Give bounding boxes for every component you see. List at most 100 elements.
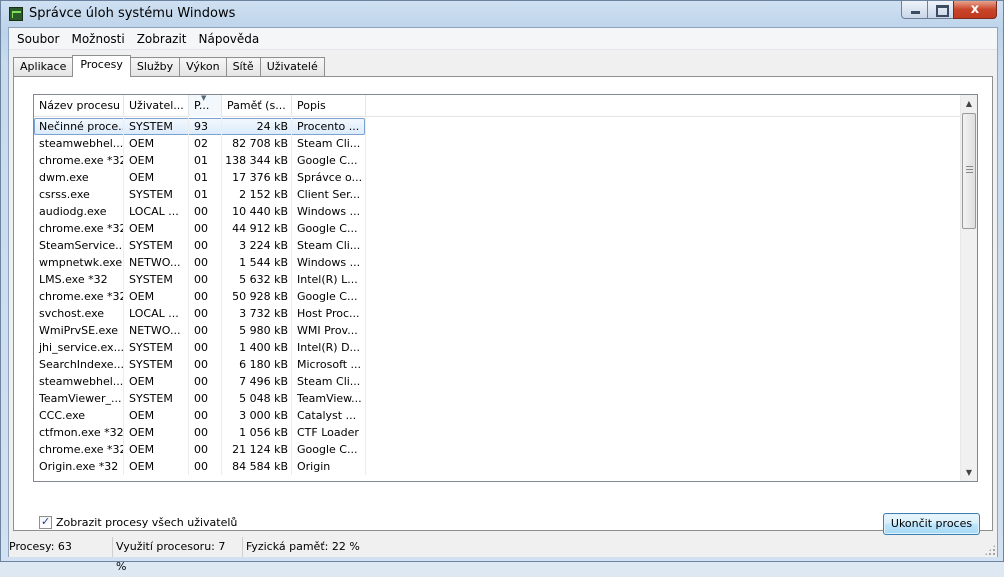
cell-cpu: 01 [189,169,222,186]
title-bar[interactable]: Správce úloh systému Windows x [1,1,1003,27]
column-header-name[interactable]: Název procesu [34,95,124,117]
cell-cpu: 01 [189,186,222,203]
table-row[interactable]: chrome.exe *32 OEM 00 21 124 kB Google C... [34,441,962,458]
cell-name: steamwebhel... [34,135,124,152]
end-process-button[interactable]: Ukončit proces [883,513,980,535]
cell-name: steamwebhel... [34,373,124,390]
table-row[interactable]: ctfmon.exe *32 OEM 00 1 056 kB CTF Loader [34,424,962,441]
cell-name: jhi_service.ex... [34,339,124,356]
cell-name: LMS.exe *32 [34,271,124,288]
table-row[interactable]: WmiPrvSE.exe NETWO... 00 5 980 kB WMI Prov..… [34,322,962,339]
cell-description: Steam Cli... [292,135,366,152]
tab-services[interactable]: Služby [129,57,181,77]
cell-memory: 5 980 kB [222,322,292,339]
cell-name: svchost.exe [34,305,124,322]
menu-file[interactable]: Soubor [11,28,65,49]
table-row[interactable]: chrome.exe *32 OEM 00 50 928 kB Google C... [34,288,962,305]
task-manager-window: Správce úloh systému Windows x Soubor Mo… [0,0,1004,573]
cell-user: OEM [124,288,189,305]
table-row[interactable]: CCC.exe OEM 00 3 000 kB Catalyst ... [34,407,962,424]
cell-cpu: 00 [189,254,222,271]
cell-user: OEM [124,135,189,152]
task-manager-icon [9,7,23,21]
column-header-description[interactable]: Popis [292,95,366,117]
table-row[interactable]: TeamViewer_... SYSTEM 00 5 048 kB TeamView..… [34,390,962,407]
cell-memory: 2 152 kB [222,186,292,203]
cell-name: dwm.exe [34,169,124,186]
cell-cpu: 00 [189,220,222,237]
cell-description: Google C... [292,288,366,305]
cell-memory: 10 440 kB [222,203,292,220]
cell-memory: 5 048 kB [222,390,292,407]
client-area: Soubor Možnosti Zobrazit Nápověda Aplika… [8,27,998,573]
table-row[interactable]: jhi_service.ex... SYSTEM 00 1 400 kB Intel(R… [34,339,962,356]
show-all-users-checkbox[interactable] [39,515,52,529]
close-button[interactable]: x [953,1,997,19]
table-row[interactable]: LMS.exe *32 SYSTEM 00 5 632 kB Intel(R) L... [34,271,962,288]
cell-cpu: 00 [189,237,222,254]
table-row[interactable]: svchost.exe LOCAL ... 00 3 732 kB Host Proc.… [34,305,962,322]
menu-view[interactable]: Zobrazit [131,28,193,49]
column-header-user[interactable]: Uživatel... [124,95,189,117]
table-row[interactable]: Nečinné proce... SYSTEM 93 24 kB Procento ..… [34,118,962,135]
cell-user: SYSTEM [124,118,189,135]
cell-user: OEM [124,220,189,237]
cell-memory: 44 912 kB [222,220,292,237]
cell-memory: 50 928 kB [222,288,292,305]
maximize-button[interactable] [927,1,954,19]
table-row[interactable]: steamwebhel... OEM 02 82 708 kB Steam Cli... [34,135,962,152]
cell-description: Windows ... [292,254,366,271]
table-row[interactable]: steamwebhel... OEM 00 7 496 kB Steam Cli... [34,373,962,390]
cell-memory: 1 056 kB [222,424,292,441]
cell-memory: 17 376 kB [222,169,292,186]
menu-help[interactable]: Nápověda [193,28,266,49]
table-row[interactable]: chrome.exe *32 OEM 01 138 344 kB Google C... [34,152,962,169]
table-row[interactable]: Origin.exe *32 OEM 00 84 584 kB Origin [34,458,962,475]
cell-name: chrome.exe *32 [34,441,124,458]
cell-cpu: 00 [189,339,222,356]
show-all-users-option[interactable]: Zobrazit procesy všech uživatelů [39,515,237,529]
minimize-button[interactable] [901,1,928,19]
cell-memory: 6 180 kB [222,356,292,373]
cell-cpu: 00 [189,271,222,288]
table-row[interactable]: SteamService... SYSTEM 00 3 224 kB Steam Cli… [34,237,962,254]
cell-description: Správce o... [292,169,366,186]
cell-description: Origin [292,458,366,475]
table-row[interactable]: chrome.exe *32 OEM 00 44 912 kB Google C... [34,220,962,237]
cell-memory: 24 kB [222,118,292,135]
scroll-thumb[interactable] [962,113,976,229]
close-icon: x [970,2,980,17]
vertical-scrollbar[interactable]: ▲ ▼ [960,95,977,481]
tab-performance[interactable]: Výkon [179,57,227,77]
table-row[interactable]: wmpnetwk.exe NETWO... 00 1 544 kB Windows ..… [34,254,962,271]
tab-processes[interactable]: Procesy [72,55,131,77]
status-cpu: Využití procesoru: 7 % [113,537,243,573]
cell-user: SYSTEM [124,271,189,288]
table-row[interactable]: csrss.exe SYSTEM 01 2 152 kB Client Ser... [34,186,962,203]
scroll-down-icon[interactable]: ▼ [961,464,977,481]
table-row[interactable]: audiodg.exe LOCAL ... 00 10 440 kB Windows .… [34,203,962,220]
cell-cpu: 00 [189,458,222,475]
menu-options[interactable]: Možnosti [65,28,130,49]
cell-memory: 5 632 kB [222,271,292,288]
resize-grip-icon[interactable] [984,544,996,556]
column-header-memory[interactable]: Paměť (s... [222,95,292,117]
scroll-up-icon[interactable]: ▲ [961,95,977,112]
cell-description: Intel(R) D... [292,339,366,356]
cell-cpu: 00 [189,441,222,458]
table-row[interactable]: dwm.exe OEM 01 17 376 kB Správce o... [34,169,962,186]
tab-networking[interactable]: Sítě [225,57,261,77]
process-list[interactable]: Název procesu Uživatel... ▼ P... Paměť (… [33,94,978,482]
table-row[interactable]: SearchIndexe... SYSTEM 00 6 180 kB Microsoft… [34,356,962,373]
cell-user: OEM [124,424,189,441]
cell-memory: 84 584 kB [222,458,292,475]
tab-users[interactable]: Uživatelé [259,57,325,77]
cell-cpu: 02 [189,135,222,152]
cell-user: LOCAL ... [124,203,189,220]
cell-user: SYSTEM [124,356,189,373]
cell-user: OEM [124,441,189,458]
tab-applications[interactable]: Aplikace [13,57,74,77]
cell-description: Steam Cli... [292,373,366,390]
column-header-cpu[interactable]: ▼ P... [189,95,222,117]
cell-memory: 7 496 kB [222,373,292,390]
